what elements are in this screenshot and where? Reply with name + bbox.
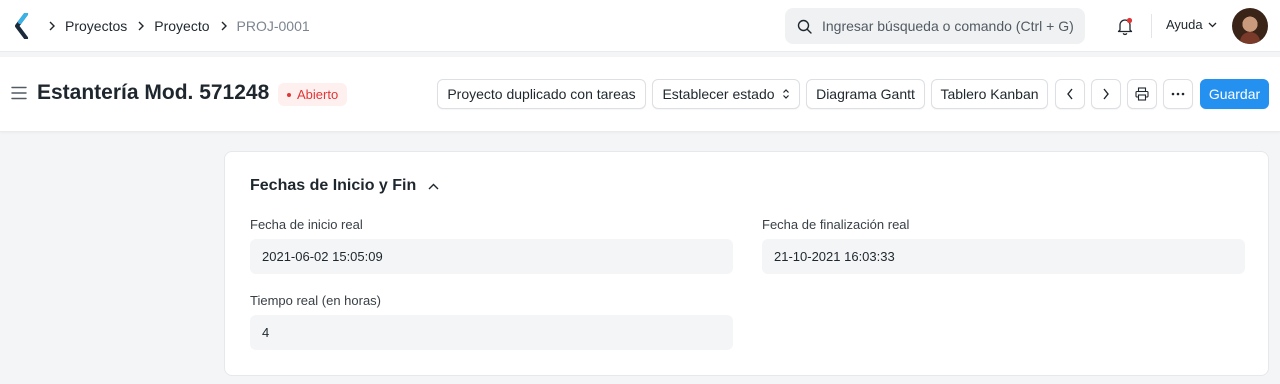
chevron-down-icon — [1208, 22, 1217, 27]
more-options-button[interactable] — [1163, 79, 1193, 109]
kanban-board-button[interactable]: Tablero Kanban — [931, 79, 1048, 109]
help-label: Ayuda — [1166, 17, 1203, 32]
top-navbar: Proyectos Proyecto PROJ-0001 Ingresar bú… — [0, 0, 1280, 52]
print-button[interactable] — [1127, 79, 1157, 109]
duplicate-project-button[interactable]: Proyecto duplicado con tareas — [437, 79, 646, 109]
menu-toggle-icon[interactable] — [11, 86, 27, 100]
breadcrumb-current: PROJ-0001 — [236, 18, 310, 34]
gantt-chart-label: Diagrama Gantt — [816, 86, 915, 102]
actual-time-field[interactable]: 4 — [250, 315, 733, 350]
actual-end-field[interactable]: 21-10-2021 16:03:33 — [762, 239, 1245, 274]
section-header[interactable]: Fechas de Inicio y Fin — [250, 177, 439, 195]
status-badge: Abierto — [278, 83, 348, 106]
ellipsis-icon — [1171, 92, 1185, 96]
set-status-dropdown[interactable]: Establecer estado — [652, 79, 800, 109]
gantt-chart-button[interactable]: Diagrama Gantt — [806, 79, 925, 109]
help-dropdown[interactable]: Ayuda — [1166, 17, 1217, 32]
actual-end-label: Fecha de finalización real — [762, 217, 910, 232]
chevron-right-icon — [48, 21, 56, 31]
select-arrows-icon — [782, 89, 789, 99]
actual-time-label: Tiempo real (en horas) — [250, 293, 382, 308]
navbar-divider — [1151, 14, 1152, 38]
actual-start-label: Fecha de inicio real — [250, 217, 363, 232]
set-status-label: Establecer estado — [662, 86, 775, 102]
app-logo-icon[interactable] — [14, 13, 30, 39]
breadcrumb: Proyectos Proyecto PROJ-0001 — [46, 0, 310, 52]
kanban-board-label: Tablero Kanban — [940, 86, 1039, 102]
notification-bell-icon[interactable] — [1115, 16, 1135, 36]
chevron-right-icon — [1103, 88, 1109, 100]
actual-start-field[interactable]: 2021-06-02 15:05:09 — [250, 239, 733, 274]
user-avatar[interactable] — [1232, 8, 1268, 44]
breadcrumb-projects[interactable]: Proyectos — [65, 18, 127, 34]
breadcrumb-project[interactable]: Proyecto — [154, 18, 209, 34]
previous-record-button[interactable] — [1055, 79, 1085, 109]
dates-section-card: Fechas de Inicio y Fin Fecha de inicio r… — [224, 151, 1269, 376]
status-label: Abierto — [297, 87, 339, 102]
save-button[interactable]: Guardar — [1200, 79, 1269, 109]
chevron-left-icon — [1067, 88, 1073, 100]
status-dot-icon — [287, 92, 291, 97]
chevron-right-icon — [220, 21, 228, 31]
search-icon — [797, 19, 812, 34]
search-input[interactable]: Ingresar búsqueda o comando (Ctrl + G) — [785, 8, 1085, 44]
search-placeholder: Ingresar búsqueda o comando (Ctrl + G) — [822, 18, 1074, 34]
page-header: Estantería Mod. 571248 Abierto Proyecto … — [0, 57, 1280, 132]
chevron-up-icon[interactable] — [428, 183, 439, 190]
section-title: Fechas de Inicio y Fin — [250, 177, 417, 194]
printer-icon — [1135, 87, 1149, 101]
chevron-right-icon — [137, 21, 145, 31]
save-label: Guardar — [1208, 86, 1261, 102]
duplicate-project-label: Proyecto duplicado con tareas — [447, 86, 636, 102]
page-title: Estantería Mod. 571248 — [37, 81, 270, 104]
next-record-button[interactable] — [1091, 79, 1121, 109]
